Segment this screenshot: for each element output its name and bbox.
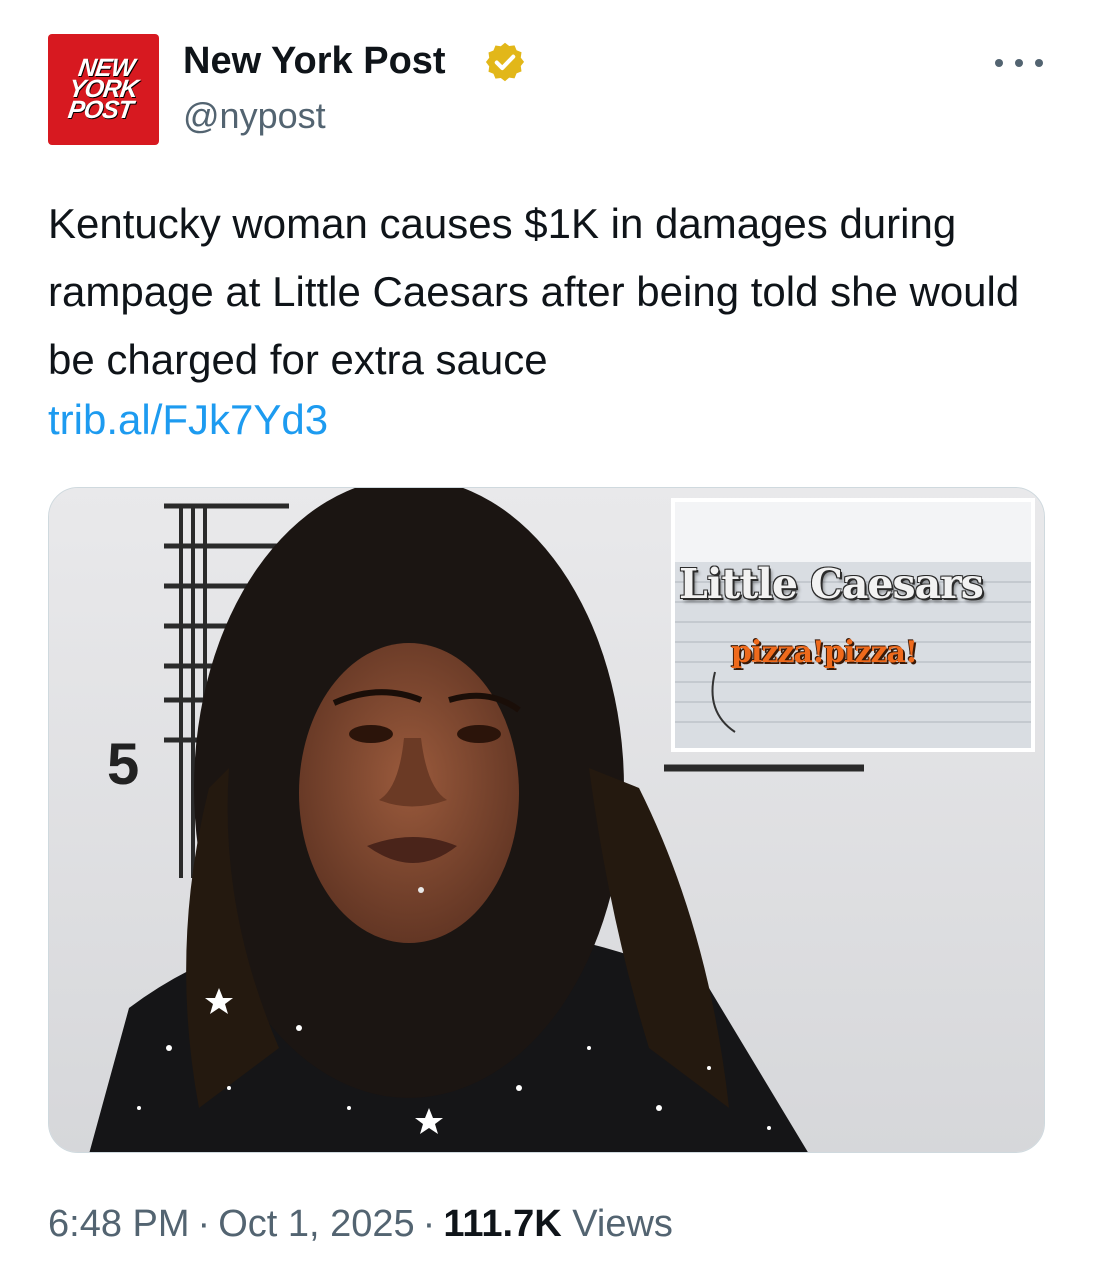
tweet-link[interactable]: trib.al/FJk7Yd3 [48,392,328,448]
new-york-post-logo: NEW YORK POST [66,54,140,124]
tweet-text: Kentucky woman causes $1K in damages dur… [48,200,1020,383]
dot [1035,59,1043,67]
display-name[interactable]: New York Post [183,38,446,84]
inset-sign-main: Little Caesars [679,560,984,608]
dot [995,59,1003,67]
avatar[interactable]: NEW YORK POST [48,34,159,145]
tweet-date[interactable]: Oct 1, 2025 [218,1203,414,1245]
tweet-time[interactable]: 6:48 PM [48,1203,190,1245]
verified-badge-icon [485,42,525,82]
separator: · [197,1203,211,1245]
little-caesars-inset: Little Caesars pizza!pizza! [671,498,1035,752]
dot [1015,59,1023,67]
user-handle[interactable]: @nypost [183,94,326,138]
tweet-media-image[interactable]: 5 Little Caesars pizza!pizza! [48,487,1045,1153]
views-count[interactable]: 111.7K [443,1203,561,1245]
more-options-icon[interactable] [995,48,1043,78]
separator: · [422,1203,436,1245]
tweet-metadata: 6:48 PM · Oct 1, 2025 · 111.7K Views [48,1201,673,1247]
views-label: Views [572,1203,673,1245]
inset-sign-sub: pizza!pizza! [731,635,918,670]
ruler-number: 5 [107,732,139,797]
